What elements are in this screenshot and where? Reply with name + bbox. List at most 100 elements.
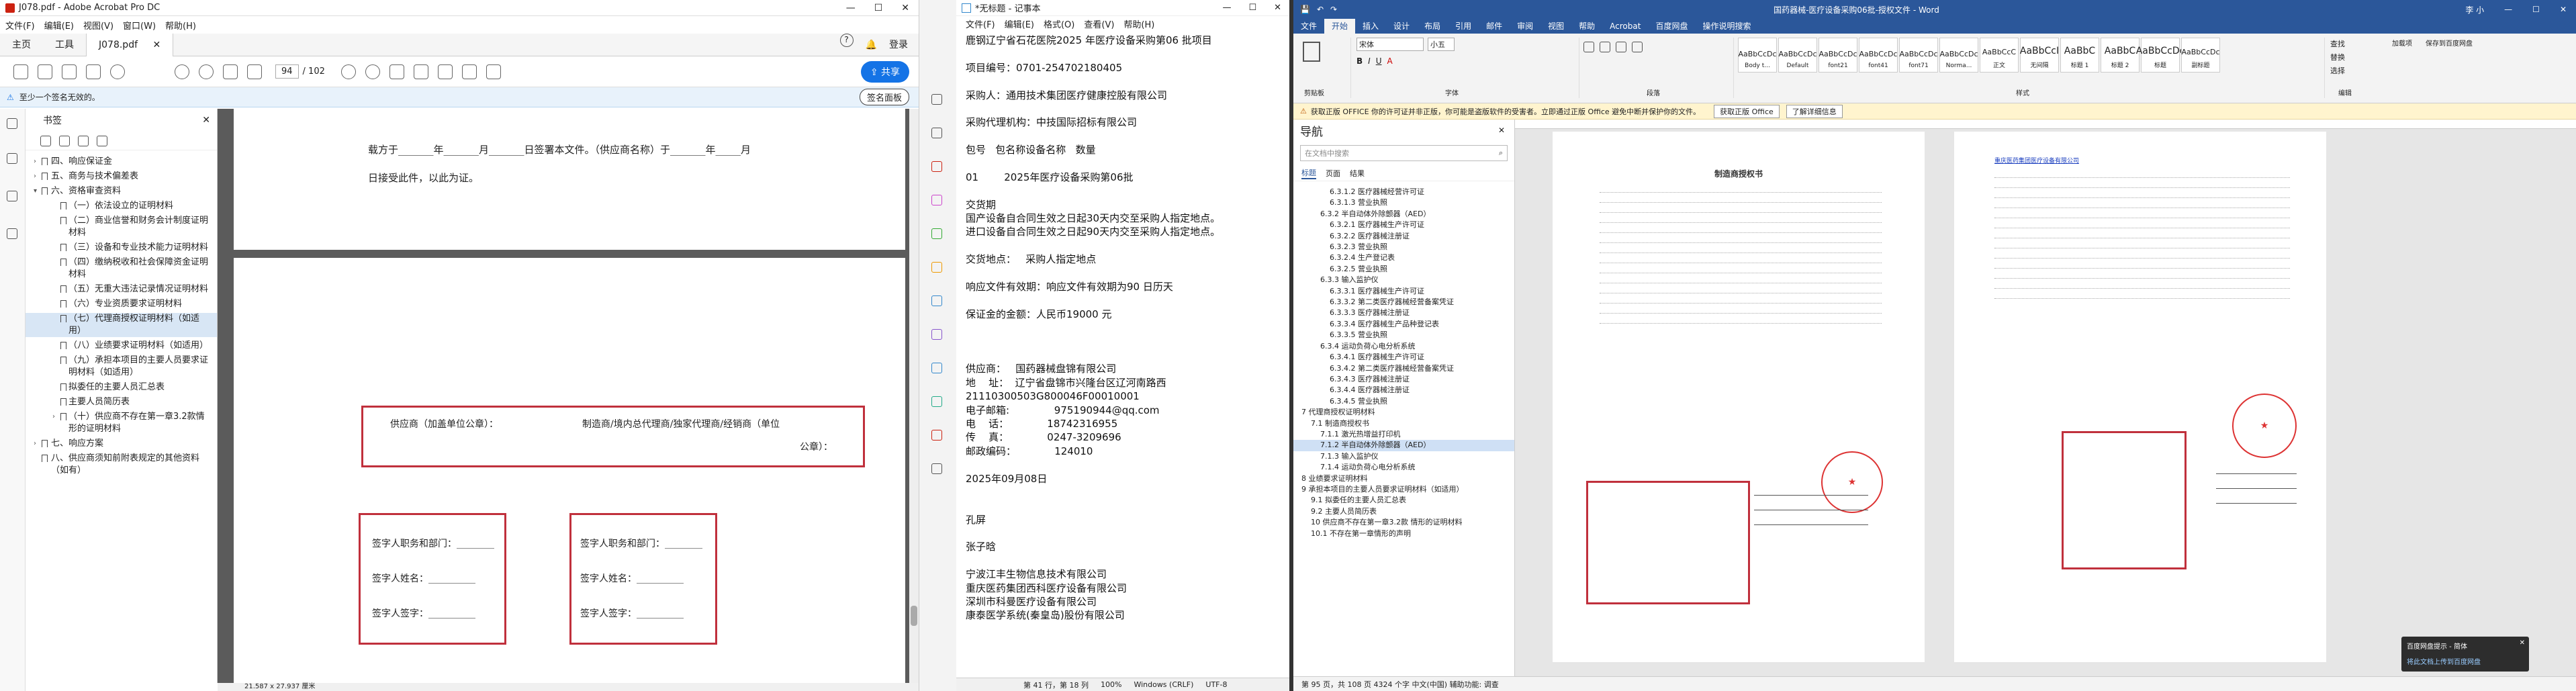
- get-office-button[interactable]: 获取正版 Office: [1714, 104, 1780, 118]
- underline-icon[interactable]: U: [1376, 56, 1382, 66]
- rtab-help[interactable]: 帮助: [1571, 19, 1602, 34]
- vertical-scrollbar[interactable]: [909, 109, 919, 683]
- np-close-icon[interactable]: ✕: [1274, 3, 1281, 13]
- menu-file[interactable]: 文件(F): [5, 19, 35, 32]
- nav-heading-item[interactable]: 6.3.4.4 医疗器械注册证: [1293, 385, 1514, 396]
- signature-panel-button[interactable]: 签名面板: [859, 89, 909, 105]
- nav-heading-item[interactable]: 8 业绩要求证明材料: [1293, 473, 1514, 484]
- tab-home[interactable]: 主页: [0, 34, 43, 56]
- search-icon[interactable]: [110, 64, 125, 79]
- close-icon[interactable]: ✕: [901, 3, 909, 13]
- layers-icon[interactable]: [7, 228, 17, 239]
- menu-edit[interactable]: 编辑(E): [44, 19, 74, 32]
- bookmark-item[interactable]: › 五、商务与技术偏差表: [26, 171, 217, 183]
- bookmark-item[interactable]: （六）专业资质要求证明材料: [26, 298, 217, 310]
- attachment-icon[interactable]: [7, 191, 17, 201]
- style-swatch[interactable]: AaBbC 标题 1: [2060, 38, 2099, 73]
- style-swatch[interactable]: AaBbCcDc 副标题: [2181, 38, 2220, 73]
- bookmark-item[interactable]: ▾ 六、资格审查资料: [26, 185, 217, 197]
- expand-bookmark-icon[interactable]: [97, 135, 107, 146]
- align-left-icon[interactable]: [1616, 42, 1626, 52]
- np-menu-file[interactable]: 文件(F): [966, 17, 995, 30]
- tool-fill-sign-icon[interactable]: [931, 329, 942, 340]
- undo-icon[interactable]: ↶: [1317, 5, 1324, 14]
- rtab-layout[interactable]: 布局: [1417, 19, 1448, 34]
- tool-comment-icon[interactable]: [931, 262, 942, 273]
- rtab-file[interactable]: 文件: [1293, 19, 1324, 34]
- tool-organize-icon[interactable]: [931, 228, 942, 239]
- nav-heading-item[interactable]: 6.3.3 输入监护仪: [1293, 275, 1514, 285]
- tab-tools[interactable]: 工具: [43, 34, 86, 56]
- menu-view[interactable]: 视图(V): [83, 19, 113, 32]
- select-button[interactable]: 选择: [2330, 64, 2379, 78]
- tool-search-icon[interactable]: [931, 94, 942, 105]
- chevron-right-icon[interactable]: ›: [34, 156, 36, 168]
- print-icon[interactable]: [62, 64, 77, 79]
- style-swatch[interactable]: AaBbCcI 无间隔: [2020, 38, 2059, 73]
- nav-heading-item[interactable]: 9 承担本项目的主要人员要求证明材料（如适用）: [1293, 484, 1514, 495]
- nav-heading-item[interactable]: 6.3.2.4 生产登记表: [1293, 252, 1514, 263]
- page-thumbnails-icon[interactable]: [7, 118, 17, 129]
- nav-heading-item[interactable]: 6.3.2.3 营业执照: [1293, 242, 1514, 252]
- share-button[interactable]: ⇪ 共享: [860, 60, 909, 83]
- nav-heading-item[interactable]: 6.3.4.1 医疗器械生产许可证: [1293, 352, 1514, 363]
- nav-search-input[interactable]: 在文档中搜索 ⌕: [1300, 145, 1508, 161]
- tool-export-icon[interactable]: [931, 128, 942, 138]
- nav-heading-item[interactable]: 6.3.3.4 医疗器械生产品种登记表: [1293, 319, 1514, 330]
- w-maximize-icon[interactable]: ☐: [2532, 5, 2540, 14]
- bookmark-item[interactable]: （九）承担本项目的主要人员要求证明材料（如适用）: [26, 355, 217, 379]
- nav-tab-pages[interactable]: 页面: [1326, 168, 1340, 179]
- help-icon[interactable]: ?: [839, 33, 854, 47]
- new-bookmark-icon[interactable]: [59, 135, 70, 146]
- w-close-icon[interactable]: ✕: [2560, 5, 2567, 14]
- nav-heading-item[interactable]: 6.3.2.5 营业执照: [1293, 264, 1514, 275]
- tool-protect-icon[interactable]: [931, 363, 942, 373]
- rtab-review[interactable]: 审阅: [1510, 19, 1540, 34]
- save-icon[interactable]: [13, 64, 28, 79]
- mail-icon[interactable]: [86, 64, 101, 79]
- chevron-right-icon[interactable]: ›: [34, 438, 36, 450]
- bold-icon[interactable]: B: [1356, 56, 1363, 66]
- baidu-save-button[interactable]: 保存到百度网盘: [2426, 38, 2473, 48]
- bookmark-item[interactable]: 拟委任的主要人员汇总表: [26, 381, 217, 394]
- nav-heading-item[interactable]: 7.1 制造商授权书: [1293, 418, 1514, 429]
- menu-help[interactable]: 帮助(H): [165, 19, 196, 32]
- style-swatch[interactable]: AaBbCcDc Body t...: [1738, 38, 1777, 73]
- chevron-down-icon[interactable]: ▾: [34, 185, 37, 197]
- np-minimize-icon[interactable]: —: [1222, 3, 1231, 13]
- nav-heading-item[interactable]: 6.3.4.2 第二类医疗器械经营备案凭证: [1293, 363, 1514, 374]
- w-minimize-icon[interactable]: —: [2504, 5, 2512, 14]
- paste-icon[interactable]: [1303, 42, 1320, 62]
- bookmark-item[interactable]: › （十）供应商不存在第一章3.2款情形的证明材料: [26, 411, 217, 435]
- np-menu-format[interactable]: 格式(O): [1044, 17, 1074, 30]
- tool-edit-icon[interactable]: [931, 195, 942, 205]
- chevron-right-icon[interactable]: ›: [52, 411, 55, 423]
- nav-heading-item[interactable]: 6.3.1.3 营业执照: [1293, 197, 1514, 208]
- highlight-icon[interactable]: [437, 64, 453, 79]
- nav-search-icon[interactable]: ⌕: [1499, 148, 1503, 158]
- maximize-icon[interactable]: ☐: [874, 3, 883, 13]
- nav-heading-item[interactable]: 6.3.3.2 第二类医疗器械经营备案凭证: [1293, 297, 1514, 308]
- style-swatch[interactable]: AaBbCcDc 标题: [2136, 38, 2184, 73]
- rtab-baidu[interactable]: 百度网盘: [1648, 19, 1695, 34]
- tab-document[interactable]: J078.pdf ✕: [86, 33, 174, 56]
- nav-tab-headings[interactable]: 标题: [1301, 167, 1316, 179]
- np-menu-help[interactable]: 帮助(H): [1123, 17, 1154, 30]
- redo-icon[interactable]: ↷: [1330, 5, 1337, 14]
- bell-icon[interactable]: 🔔: [866, 34, 877, 56]
- bullets-icon[interactable]: [1583, 42, 1594, 52]
- signin-button[interactable]: 登录: [889, 34, 908, 56]
- bookmark-item[interactable]: （七）代理商授权证明材料（如适用）: [26, 313, 217, 337]
- nav-heading-item[interactable]: 6.3.4 运动负荷心电分析系统: [1293, 341, 1514, 352]
- notepad-text-area[interactable]: 鹿钢辽宁省石花医院2025 年医疗设备采购第06 批项目 项目编号：0701-25…: [966, 34, 1281, 675]
- find-button[interactable]: 查找: [2330, 38, 2379, 51]
- style-swatch[interactable]: AaBbCcDc font21: [1819, 38, 1857, 73]
- rtab-insert[interactable]: 插入: [1355, 19, 1386, 34]
- style-swatch[interactable]: AaBbCcC 正文: [1980, 38, 2019, 73]
- nav-heading-item[interactable]: 6.3.3.5 营业执照: [1293, 330, 1514, 340]
- tool-create-icon[interactable]: [931, 161, 942, 172]
- toast-close-icon[interactable]: ✕: [2520, 639, 2525, 647]
- np-menu-edit[interactable]: 编辑(E): [1005, 17, 1034, 30]
- learn-more-button[interactable]: 了解详细信息: [1786, 104, 1843, 118]
- hand-tool-icon[interactable]: [247, 64, 262, 79]
